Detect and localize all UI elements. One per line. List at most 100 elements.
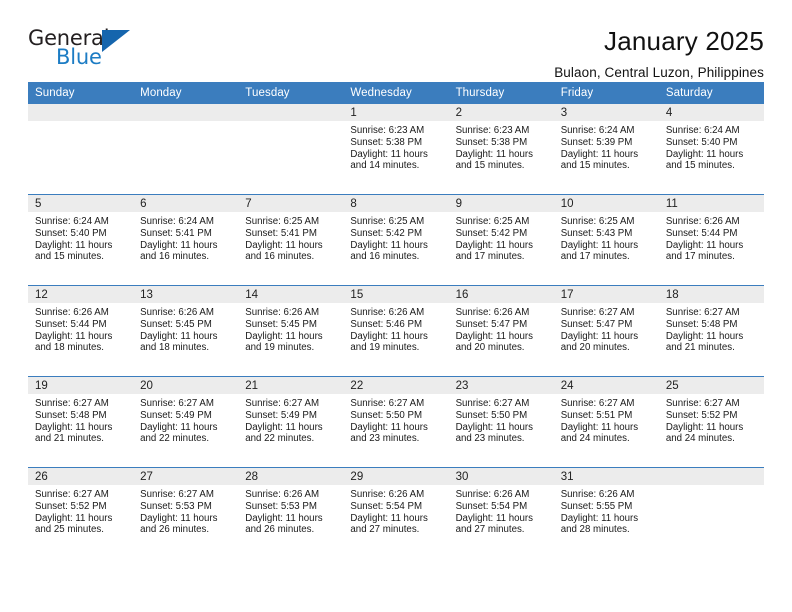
- calendar-day-cell[interactable]: 6 Sunrise: 6:24 AM Sunset: 5:41 PM Daylight…: [133, 194, 239, 286]
- daylight-text: Daylight: 11 hours and 15 minutes.: [560, 148, 639, 172]
- daylight-text: Daylight: 11 hours and 24 minutes.: [560, 421, 639, 445]
- calendar-day-cell[interactable]: 1 Sunrise: 6:23 AM Sunset: 5:38 PM Daylight…: [343, 104, 449, 195]
- calendar-day-cell[interactable]: 3 Sunrise: 6:24 AM Sunset: 5:39 PM Daylight…: [553, 104, 659, 195]
- calendar-day-cell[interactable]: 30 Sunrise: 6:26 AM Sunset: 5:54 PM Dayligh…: [448, 467, 554, 558]
- sunrise-text: Sunrise: 6:27 AM: [560, 398, 635, 409]
- sunrise-text: Sunrise: 6:24 AM: [665, 125, 740, 136]
- calendar-day-cell[interactable]: 7 Sunrise: 6:25 AM Sunset: 5:41 PM Daylight…: [238, 194, 344, 286]
- calendar-day-cell[interactable]: 15 Sunrise: 6:26 AM Sunset: 5:46 PM Dayligh…: [343, 285, 449, 377]
- calendar-day-cell[interactable]: 5 Sunrise: 6:24 AM Sunset: 5:40 PM Daylight…: [28, 194, 134, 286]
- sunset-text: Sunset: 5:42 PM: [455, 227, 528, 239]
- daylight-text: Daylight: 11 hours and 22 minutes.: [245, 421, 323, 445]
- day-sun-info: Sunrise: 6:27 AM Sunset: 5:52 PM Daylight:…: [659, 394, 764, 445]
- day-sun-info: Sunrise: 6:26 AM Sunset: 5:45 PM Daylight:…: [133, 303, 238, 354]
- sunset-text: Sunset: 5:46 PM: [350, 318, 423, 330]
- daylight-text: Daylight: 11 hours and 16 minutes.: [140, 239, 218, 263]
- calendar-day-cell[interactable]: 16 Sunrise: 6:26 AM Sunset: 5:47 PM Dayligh…: [448, 285, 554, 377]
- day-number: 14: [238, 286, 344, 303]
- daylight-text: Daylight: 11 hours and 16 minutes.: [350, 239, 428, 263]
- day-number: 23: [448, 377, 554, 394]
- daylight-text: Daylight: 11 hours and 15 minutes.: [455, 148, 533, 172]
- sunrise-text: Sunrise: 6:26 AM: [665, 216, 740, 227]
- sunrise-text: Sunrise: 6:23 AM: [455, 125, 530, 136]
- sunset-text: Sunset: 5:47 PM: [560, 318, 633, 330]
- calendar-week-row: 5 Sunrise: 6:24 AM Sunset: 5:40 PM Daylight…: [28, 194, 764, 286]
- general-blue-logo[interactable]: General Blue: [28, 26, 158, 72]
- sunrise-text: Sunrise: 6:26 AM: [35, 307, 109, 318]
- calendar-day-cell[interactable]: 31 Sunrise: 6:26 AM Sunset: 5:55 PM Dayligh…: [553, 467, 659, 558]
- calendar-day-cell[interactable]: 19 Sunrise: 6:27 AM Sunset: 5:48 PM Dayligh…: [28, 376, 134, 468]
- day-sun-info: Sunrise: 6:26 AM Sunset: 5:44 PM Daylight:…: [659, 212, 764, 263]
- calendar-day-cell[interactable]: 23 Sunrise: 6:27 AM Sunset: 5:50 PM Dayligh…: [448, 376, 554, 468]
- sunrise-text: Sunrise: 6:27 AM: [665, 307, 740, 318]
- day-number: 22: [343, 377, 449, 394]
- daylight-text: Daylight: 11 hours and 20 minutes.: [560, 330, 639, 354]
- calendar-day-cell[interactable]: 12 Sunrise: 6:26 AM Sunset: 5:44 PM Dayligh…: [28, 285, 134, 377]
- sunset-text: Sunset: 5:49 PM: [245, 409, 317, 421]
- sunset-text: Sunset: 5:40 PM: [35, 227, 107, 239]
- sunrise-text: Sunrise: 6:23 AM: [350, 125, 425, 136]
- day-number: 29: [343, 468, 449, 485]
- daylight-text: Daylight: 11 hours and 18 minutes.: [35, 330, 113, 354]
- sunset-text: Sunset: 5:53 PM: [245, 500, 317, 512]
- calendar-day-cell[interactable]: 25 Sunrise: 6:27 AM Sunset: 5:52 PM Dayligh…: [658, 376, 764, 468]
- calendar-day-cell[interactable]: 20 Sunrise: 6:27 AM Sunset: 5:49 PM Dayligh…: [133, 376, 239, 468]
- daylight-text: Daylight: 11 hours and 19 minutes.: [245, 330, 323, 354]
- weekday-header-sunday: Sunday: [28, 82, 134, 104]
- sunrise-text: Sunrise: 6:26 AM: [140, 307, 214, 318]
- logo-text-blue: Blue: [56, 45, 102, 69]
- weekday-header-friday: Friday: [553, 82, 659, 104]
- calendar-day-cell[interactable]: 29 Sunrise: 6:26 AM Sunset: 5:54 PM Dayligh…: [343, 467, 449, 558]
- daylight-text: Daylight: 11 hours and 20 minutes.: [455, 330, 533, 354]
- daylight-text: Daylight: 11 hours and 23 minutes.: [350, 421, 428, 445]
- sunset-text: Sunset: 5:42 PM: [350, 227, 423, 239]
- day-sun-info: Sunrise: 6:26 AM Sunset: 5:53 PM Daylight:…: [238, 485, 343, 536]
- calendar-day-cell[interactable]: 2 Sunrise: 6:23 AM Sunset: 5:38 PM Daylight…: [448, 104, 554, 195]
- calendar-day-cell[interactable]: 26 Sunrise: 6:27 AM Sunset: 5:52 PM Dayligh…: [28, 467, 134, 558]
- calendar-day-cell[interactable]: 10 Sunrise: 6:25 AM Sunset: 5:43 PM Dayligh…: [553, 194, 659, 286]
- sunset-text: Sunset: 5:40 PM: [665, 136, 738, 148]
- daylight-text: Daylight: 11 hours and 14 minutes.: [350, 148, 428, 172]
- calendar-day-cell[interactable]: 27 Sunrise: 6:27 AM Sunset: 5:53 PM Dayligh…: [133, 467, 239, 558]
- sunset-text: Sunset: 5:54 PM: [455, 500, 528, 512]
- day-sun-info: Sunrise: 6:25 AM Sunset: 5:42 PM Daylight:…: [343, 212, 448, 263]
- day-number: 16: [448, 286, 554, 303]
- day-number: 28: [238, 468, 344, 485]
- calendar-day-cell[interactable]: 17 Sunrise: 6:27 AM Sunset: 5:47 PM Dayligh…: [553, 285, 659, 377]
- calendar-head: Sunday Monday Tuesday Wednesday Thursday…: [28, 82, 764, 104]
- calendar-day-cell[interactable]: 13 Sunrise: 6:26 AM Sunset: 5:45 PM Dayligh…: [133, 285, 239, 377]
- day-sun-info: Sunrise: 6:27 AM Sunset: 5:51 PM Daylight:…: [554, 394, 659, 445]
- calendar-body: 1 Sunrise: 6:23 AM Sunset: 5:38 PM Daylight…: [28, 104, 764, 558]
- calendar-day-cell[interactable]: 4 Sunrise: 6:24 AM Sunset: 5:40 PM Daylight…: [658, 104, 764, 195]
- day-number: 20: [133, 377, 239, 394]
- calendar-day-cell[interactable]: 14 Sunrise: 6:26 AM Sunset: 5:45 PM Dayligh…: [238, 285, 344, 377]
- calendar-day-cell[interactable]: 24 Sunrise: 6:27 AM Sunset: 5:51 PM Dayligh…: [553, 376, 659, 468]
- day-sun-info: Sunrise: 6:26 AM Sunset: 5:54 PM Daylight:…: [449, 485, 554, 536]
- daylight-text: Daylight: 11 hours and 23 minutes.: [455, 421, 533, 445]
- calendar-day-cell[interactable]: 22 Sunrise: 6:27 AM Sunset: 5:50 PM Dayligh…: [343, 376, 449, 468]
- calendar-page: General Blue January 2025 Bulaon, Centra…: [0, 0, 792, 612]
- day-sun-info: Sunrise: 6:27 AM Sunset: 5:53 PM Daylight:…: [133, 485, 238, 536]
- calendar-day-cell[interactable]: 18 Sunrise: 6:27 AM Sunset: 5:48 PM Dayligh…: [658, 285, 764, 377]
- day-number: 30: [448, 468, 554, 485]
- daylight-text: Daylight: 11 hours and 17 minutes.: [560, 239, 639, 263]
- day-sun-info: Sunrise: 6:23 AM Sunset: 5:38 PM Daylight:…: [343, 121, 448, 172]
- sunrise-text: Sunrise: 6:27 AM: [35, 489, 109, 500]
- calendar-day-cell[interactable]: 21 Sunrise: 6:27 AM Sunset: 5:49 PM Dayligh…: [238, 376, 344, 468]
- daylight-text: Daylight: 11 hours and 15 minutes.: [665, 148, 744, 172]
- sunset-text: Sunset: 5:41 PM: [140, 227, 212, 239]
- sunset-text: Sunset: 5:55 PM: [560, 500, 633, 512]
- calendar-day-cell[interactable]: 9 Sunrise: 6:25 AM Sunset: 5:42 PM Daylight…: [448, 194, 554, 286]
- calendar-day-cell[interactable]: 11 Sunrise: 6:26 AM Sunset: 5:44 PM Dayligh…: [658, 194, 764, 286]
- sunset-text: Sunset: 5:48 PM: [35, 409, 107, 421]
- day-number: [28, 104, 134, 121]
- calendar-day-cell[interactable]: 8 Sunrise: 6:25 AM Sunset: 5:42 PM Daylight…: [343, 194, 449, 286]
- calendar-day-cell[interactable]: 28 Sunrise: 6:26 AM Sunset: 5:53 PM Dayligh…: [238, 467, 344, 558]
- daylight-text: Daylight: 11 hours and 25 minutes.: [35, 512, 113, 536]
- day-sun-info: Sunrise: 6:26 AM Sunset: 5:54 PM Daylight:…: [343, 485, 448, 536]
- day-number: 1: [343, 104, 449, 121]
- day-sun-info: Sunrise: 6:25 AM Sunset: 5:42 PM Daylight:…: [449, 212, 554, 263]
- day-sun-info: Sunrise: 6:24 AM Sunset: 5:40 PM Daylight:…: [28, 212, 133, 263]
- day-number: 9: [448, 195, 554, 212]
- day-sun-info: Sunrise: 6:27 AM Sunset: 5:50 PM Daylight:…: [343, 394, 448, 445]
